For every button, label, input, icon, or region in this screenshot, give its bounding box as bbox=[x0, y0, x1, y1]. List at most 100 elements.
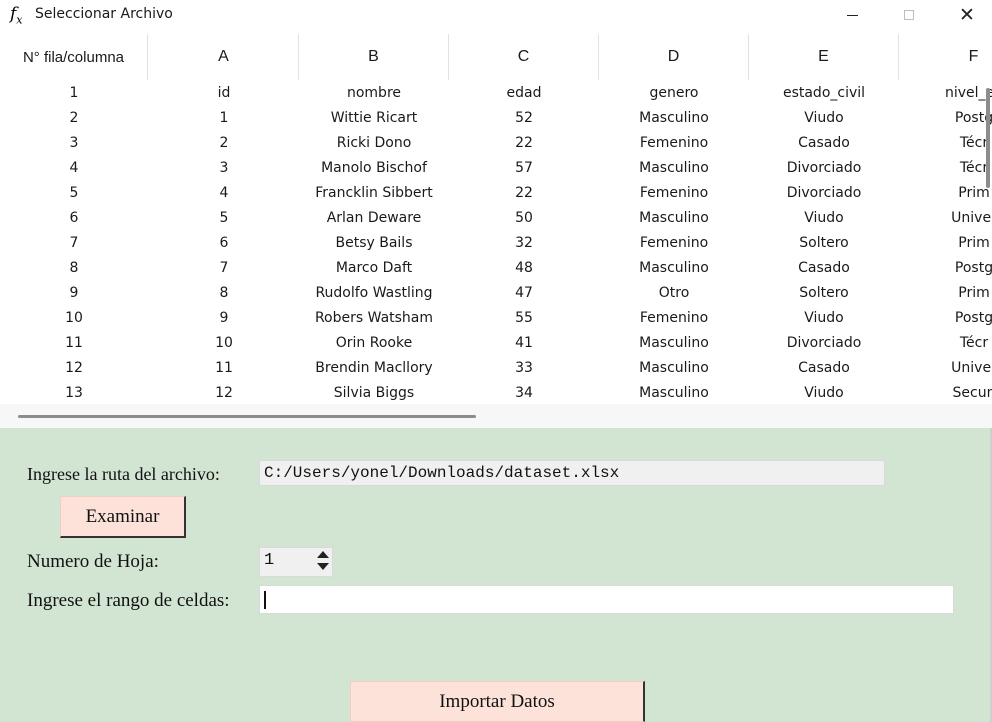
table-cell[interactable]: Marco Daft bbox=[299, 256, 449, 281]
table-cell[interactable]: Divorciado bbox=[749, 181, 899, 206]
row-number-cell[interactable]: 13 bbox=[0, 381, 148, 406]
table-cell[interactable]: edad bbox=[449, 81, 599, 106]
table-cell[interactable]: id bbox=[149, 81, 299, 106]
table-cell[interactable]: Masculino bbox=[599, 206, 749, 231]
row-number-cell[interactable]: 1 bbox=[0, 81, 148, 106]
table-cell[interactable]: Prim bbox=[899, 231, 992, 256]
table-cell[interactable]: Arlan Deware bbox=[299, 206, 449, 231]
table-cell[interactable]: Masculino bbox=[599, 331, 749, 356]
table-cell[interactable]: Orin Rooke bbox=[299, 331, 449, 356]
table-cell[interactable]: 10 bbox=[149, 331, 299, 356]
vertical-scrollbar-thumb[interactable] bbox=[986, 88, 990, 188]
table-cell[interactable]: Secun bbox=[899, 381, 992, 406]
table-cell[interactable]: Prim bbox=[899, 181, 992, 206]
column-header-d[interactable]: D bbox=[599, 34, 749, 80]
table-cell[interactable]: Casado bbox=[749, 256, 899, 281]
row-number-cell[interactable]: 7 bbox=[0, 231, 148, 256]
table-cell[interactable]: 57 bbox=[449, 156, 599, 181]
table-cell[interactable]: Femenino bbox=[599, 181, 749, 206]
column-header-c[interactable]: C bbox=[449, 34, 599, 80]
table-cell[interactable]: Viudo bbox=[749, 206, 899, 231]
table-cell[interactable]: Soltero bbox=[749, 281, 899, 306]
table-cell[interactable]: Brendin Macllory bbox=[299, 356, 449, 381]
spinbox-arrows[interactable] bbox=[315, 549, 331, 575]
table-cell[interactable]: Postg bbox=[899, 306, 992, 331]
sheet-number-spinbox[interactable]: 1 bbox=[259, 547, 333, 577]
table-cell[interactable]: 32 bbox=[449, 231, 599, 256]
table-cell[interactable]: Viudo bbox=[749, 306, 899, 331]
table-cell[interactable]: Casado bbox=[749, 131, 899, 156]
arrow-up-icon[interactable] bbox=[317, 551, 329, 558]
row-number-cell[interactable]: 11 bbox=[0, 331, 148, 356]
row-number-cell[interactable]: 9 bbox=[0, 281, 148, 306]
table-cell[interactable]: Femenino bbox=[599, 231, 749, 256]
table-cell[interactable]: Técr bbox=[899, 331, 992, 356]
column-header-a[interactable]: A bbox=[149, 34, 299, 80]
table-cell[interactable]: Univer bbox=[899, 356, 992, 381]
table-cell[interactable]: Wittie Ricart bbox=[299, 106, 449, 131]
table-cell[interactable]: Masculino bbox=[599, 256, 749, 281]
table-cell[interactable]: Masculino bbox=[599, 381, 749, 406]
horizontal-scrollbar[interactable] bbox=[0, 404, 992, 428]
table-cell[interactable]: 50 bbox=[449, 206, 599, 231]
table-cell[interactable]: Silvia Biggs bbox=[299, 381, 449, 406]
table-cell[interactable]: 34 bbox=[449, 381, 599, 406]
table-cell[interactable]: 22 bbox=[449, 181, 599, 206]
table-cell[interactable]: Francklin Sibbert bbox=[299, 181, 449, 206]
table-cell[interactable]: Viudo bbox=[749, 106, 899, 131]
table-cell[interactable]: 3 bbox=[149, 156, 299, 181]
table-cell[interactable]: 4 bbox=[149, 181, 299, 206]
table-cell[interactable]: 22 bbox=[449, 131, 599, 156]
table-cell[interactable]: Betsy Bails bbox=[299, 231, 449, 256]
table-cell[interactable]: Técr bbox=[899, 131, 992, 156]
table-cell[interactable]: 1 bbox=[149, 106, 299, 131]
table-cell[interactable]: Masculino bbox=[599, 106, 749, 131]
row-number-cell[interactable]: 4 bbox=[0, 156, 148, 181]
table-cell[interactable]: 55 bbox=[449, 306, 599, 331]
row-number-cell[interactable]: 5 bbox=[0, 181, 148, 206]
table-cell[interactable]: Masculino bbox=[599, 156, 749, 181]
table-cell[interactable]: 41 bbox=[449, 331, 599, 356]
table-cell[interactable]: 33 bbox=[449, 356, 599, 381]
table-cell[interactable]: 6 bbox=[149, 231, 299, 256]
table-cell[interactable]: 11 bbox=[149, 356, 299, 381]
table-cell[interactable]: estado_civil bbox=[749, 81, 899, 106]
table-cell[interactable]: Casado bbox=[749, 356, 899, 381]
table-cell[interactable]: Robers Watsham bbox=[299, 306, 449, 331]
table-cell[interactable]: Soltero bbox=[749, 231, 899, 256]
file-path-input[interactable]: C:/Users/yonel/Downloads/dataset.xlsx bbox=[259, 460, 885, 486]
arrow-down-icon[interactable] bbox=[317, 563, 329, 570]
row-number-cell[interactable]: 6 bbox=[0, 206, 148, 231]
row-number-cell[interactable]: 3 bbox=[0, 131, 148, 156]
table-cell[interactable]: 9 bbox=[149, 306, 299, 331]
table-cell[interactable]: Otro bbox=[599, 281, 749, 306]
table-cell[interactable]: Postg bbox=[899, 106, 992, 131]
row-number-cell[interactable]: 2 bbox=[0, 106, 148, 131]
table-cell[interactable]: 2 bbox=[149, 131, 299, 156]
table-cell[interactable]: genero bbox=[599, 81, 749, 106]
table-cell[interactable]: nivel_ed bbox=[899, 81, 992, 106]
table-cell[interactable]: Rudolfo Wastling bbox=[299, 281, 449, 306]
minimize-button[interactable] bbox=[829, 0, 875, 30]
table-cell[interactable]: Ricki Dono bbox=[299, 131, 449, 156]
import-data-button[interactable]: Importar Datos bbox=[350, 681, 645, 722]
table-cell[interactable]: Manolo Bischof bbox=[299, 156, 449, 181]
row-number-cell[interactable]: 10 bbox=[0, 306, 148, 331]
table-cell[interactable]: Masculino bbox=[599, 356, 749, 381]
horizontal-scrollbar-thumb[interactable] bbox=[18, 415, 476, 418]
table-cell[interactable]: 5 bbox=[149, 206, 299, 231]
table-cell[interactable]: Femenino bbox=[599, 306, 749, 331]
table-cell[interactable]: 7 bbox=[149, 256, 299, 281]
table-cell[interactable]: 8 bbox=[149, 281, 299, 306]
maximize-button[interactable] bbox=[886, 0, 932, 30]
table-cell[interactable]: Viudo bbox=[749, 381, 899, 406]
table-cell[interactable]: Prim bbox=[899, 281, 992, 306]
table-cell[interactable]: Divorciado bbox=[749, 331, 899, 356]
browse-button[interactable]: Examinar bbox=[60, 496, 186, 538]
table-cell[interactable]: 47 bbox=[449, 281, 599, 306]
table-cell[interactable]: 52 bbox=[449, 106, 599, 131]
row-number-header[interactable]: N° fila/columna bbox=[0, 34, 148, 80]
table-cell[interactable]: nombre bbox=[299, 81, 449, 106]
close-button[interactable]: ✕ bbox=[944, 0, 990, 30]
table-cell[interactable]: Femenino bbox=[599, 131, 749, 156]
